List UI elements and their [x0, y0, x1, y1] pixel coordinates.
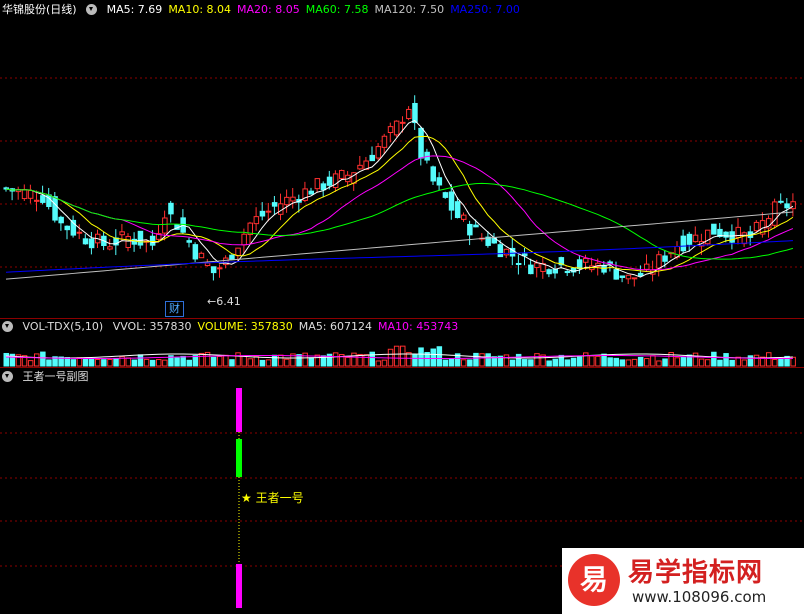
signal-bar-top — [236, 388, 242, 432]
signal-label: 王者一号 — [255, 491, 304, 505]
watermark: 易 易学指标网 www.108096.com — [562, 548, 804, 614]
watermark-title: 易学指标网 — [628, 558, 764, 588]
indicator-chart[interactable] — [0, 0, 804, 614]
signal-bar-bottom — [236, 564, 242, 608]
stock-chart-window: { "main": { "title": "华锦股份(日线)", "ma_lab… — [0, 0, 804, 614]
signal-bar-green — [236, 439, 242, 477]
signal-annotation: ★ 王者一号 — [241, 489, 304, 506]
watermark-logo: 易 — [568, 554, 620, 606]
star-icon: ★ — [241, 491, 252, 505]
watermark-url: www.108096.com — [632, 588, 767, 606]
